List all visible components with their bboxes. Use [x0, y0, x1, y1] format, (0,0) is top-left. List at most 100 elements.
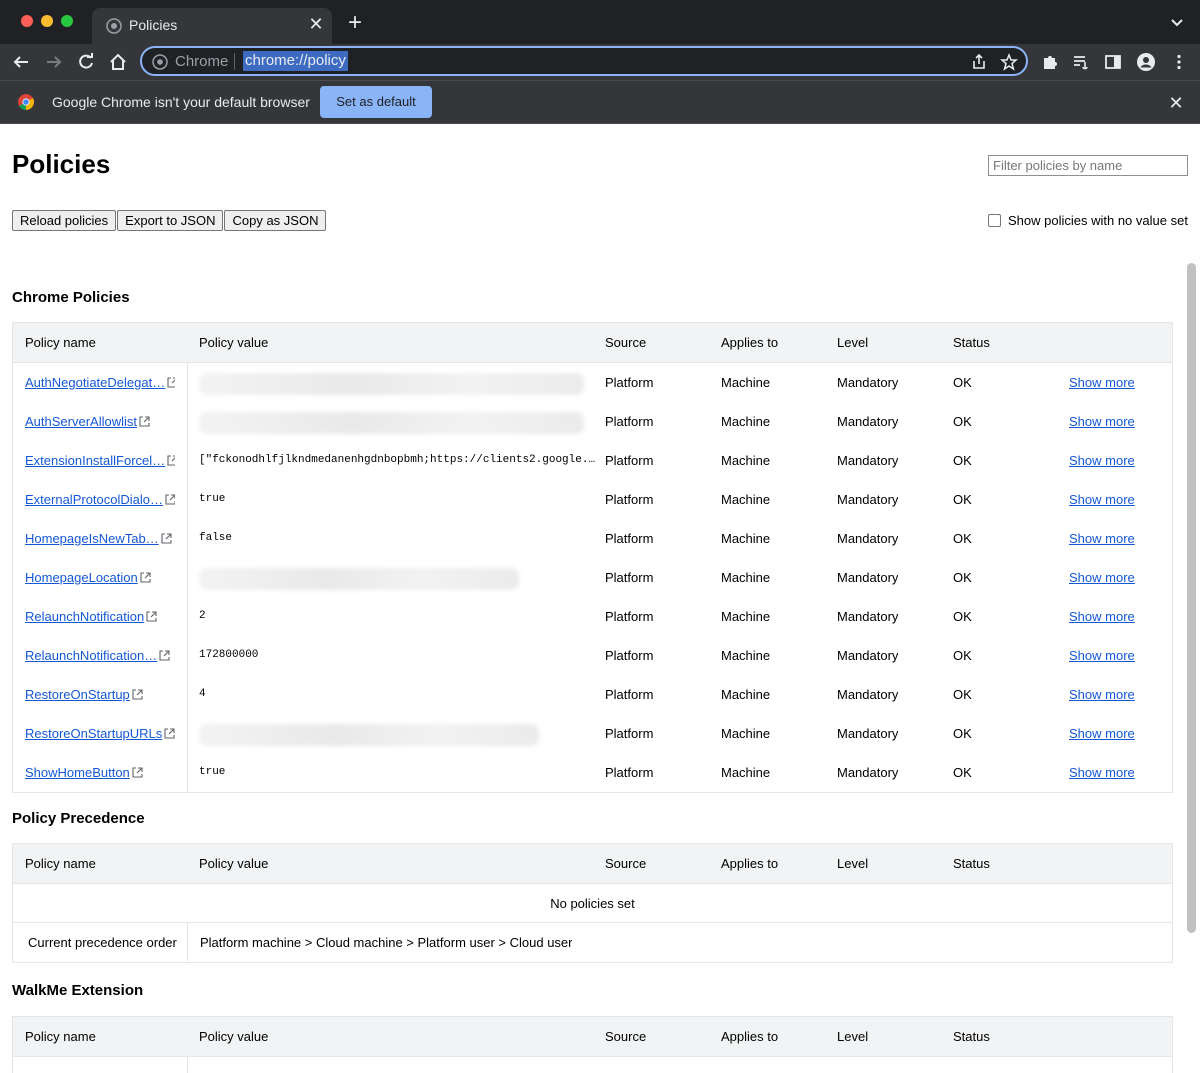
- policy-name-text[interactable]: RestoreOnStartupURLs: [25, 726, 162, 741]
- omnibox-chip: Chrome: [175, 53, 229, 70]
- policy-name-text[interactable]: HomepageIsNewTab…: [25, 531, 159, 546]
- policy-value: 2: [199, 610, 206, 622]
- chrome-policies-table: Policy name Policy value Source Applies …: [12, 322, 1173, 793]
- profile-button[interactable]: [1134, 50, 1158, 74]
- tab-close-icon[interactable]: ✕: [306, 14, 326, 34]
- external-link-icon[interactable]: [165, 494, 175, 505]
- show-more-link[interactable]: Show more: [1069, 597, 1135, 636]
- external-link-icon[interactable]: [164, 728, 175, 739]
- infobar-close-icon[interactable]: ✕: [1166, 93, 1186, 113]
- policy-level: Mandatory: [837, 765, 899, 780]
- avatar-icon: [1137, 53, 1155, 71]
- bookmark-star-icon[interactable]: [1000, 53, 1018, 71]
- table-row: RestoreOnStartup 4 Platform Machine Mandator…: [13, 675, 1172, 714]
- precedence-order-row: Current precedence order Platform machin…: [13, 923, 1172, 962]
- set-as-default-button[interactable]: Set as default: [320, 86, 432, 118]
- policy-precedence-table: Policy name Policy value Source Applies …: [12, 843, 1173, 963]
- external-link-icon[interactable]: [132, 689, 143, 700]
- show-more-link[interactable]: Show more: [1069, 519, 1135, 558]
- policy-name-link[interactable]: AuthNegotiateDelegat…: [25, 363, 175, 402]
- show-no-value-checkbox[interactable]: [988, 214, 1001, 227]
- policy-name-link[interactable]: AuthServerAllowlist: [25, 402, 175, 441]
- policy-name-link[interactable]: ExternalProtocolDialo…: [25, 480, 175, 519]
- menu-button[interactable]: [1167, 50, 1191, 74]
- back-button[interactable]: [9, 50, 33, 74]
- page-scrollbar[interactable]: [1187, 263, 1196, 933]
- external-link-icon[interactable]: [139, 416, 150, 427]
- external-link-icon[interactable]: [140, 572, 151, 583]
- policy-applies-to: Machine: [721, 570, 771, 585]
- policy-name-link[interactable]: HomepageIsNewTab…: [25, 519, 175, 558]
- extensions-button[interactable]: [1038, 50, 1062, 74]
- close-window-button[interactable]: [21, 15, 33, 27]
- side-panel-button[interactable]: [1101, 50, 1125, 74]
- policy-applies-to: Machine: [721, 531, 771, 546]
- policy-name-link[interactable]: RelaunchNotification…: [25, 636, 175, 675]
- policy-name-link[interactable]: RestoreOnStartupURLs: [25, 714, 175, 753]
- table-row: RestoreOnStartupURLs Platform Machine Manda…: [13, 714, 1172, 753]
- show-more-link[interactable]: Show more: [1069, 402, 1135, 441]
- policy-name-link[interactable]: RestoreOnStartup: [25, 675, 175, 714]
- policy-name-text[interactable]: ExtensionInstallForcel…: [25, 453, 165, 468]
- external-link-icon[interactable]: [167, 377, 175, 388]
- share-icon[interactable]: [970, 53, 988, 71]
- show-no-value-toggle[interactable]: Show policies with no value set: [988, 213, 1188, 228]
- copy-json-button[interactable]: Copy as JSON: [224, 210, 327, 231]
- policy-name-text[interactable]: HomepageLocation: [25, 570, 138, 585]
- policy-status: OK: [953, 726, 972, 741]
- chrome-logo-icon: [152, 54, 168, 70]
- show-more-link[interactable]: Show more: [1069, 558, 1135, 597]
- show-more-link[interactable]: Show more: [1069, 363, 1135, 402]
- policy-value: ["fckonodhlfjlkndmedanenhgdnbopbmh;https…: [199, 454, 596, 466]
- show-more-link[interactable]: Show more: [1069, 753, 1135, 792]
- forward-button[interactable]: [42, 50, 66, 74]
- policy-name-text[interactable]: RestoreOnStartup: [25, 687, 130, 702]
- chevron-down-icon[interactable]: [1168, 14, 1186, 32]
- policy-name-link[interactable]: ShowHomeButton: [25, 753, 175, 792]
- walkme-extension-title: WalkMe Extension: [12, 982, 144, 999]
- home-icon: [110, 53, 126, 70]
- external-link-icon[interactable]: [167, 455, 175, 466]
- policy-name-text[interactable]: RelaunchNotification…: [25, 648, 157, 663]
- reload-button[interactable]: [74, 50, 98, 74]
- media-control-button[interactable]: [1069, 50, 1093, 74]
- policy-applies-to: Machine: [721, 492, 771, 507]
- external-link-icon[interactable]: [146, 611, 157, 622]
- policy-name-text[interactable]: ShowHomeButton: [25, 765, 130, 780]
- external-link-icon[interactable]: [159, 650, 170, 661]
- minimize-window-button[interactable]: [41, 15, 53, 27]
- table-header: Policy name Policy value Source Applies …: [13, 844, 1172, 884]
- show-more-link[interactable]: Show more: [1069, 636, 1135, 675]
- policy-applies-to: Machine: [721, 648, 771, 663]
- policy-name-text[interactable]: ExternalProtocolDialo…: [25, 492, 163, 507]
- address-bar[interactable]: Chrome chrome://policy: [140, 46, 1028, 76]
- policy-level: Mandatory: [837, 609, 899, 624]
- policy-value: false: [199, 532, 233, 544]
- header-source: Source: [605, 1029, 647, 1044]
- filter-policies-input[interactable]: [988, 155, 1188, 176]
- policy-name-link[interactable]: RelaunchNotification: [25, 597, 175, 636]
- maximize-window-button[interactable]: [61, 15, 73, 27]
- policy-source: Platform: [605, 687, 654, 702]
- show-more-link[interactable]: Show more: [1069, 441, 1135, 480]
- external-link-icon[interactable]: [161, 533, 172, 544]
- show-more-link[interactable]: Show more: [1069, 714, 1135, 753]
- policy-name-text[interactable]: RelaunchNotification: [25, 609, 144, 624]
- show-more-link[interactable]: Show more: [1069, 480, 1135, 519]
- tab-policies[interactable]: Policies ✕: [92, 8, 332, 44]
- new-tab-button[interactable]: +: [344, 11, 366, 35]
- home-button[interactable]: [106, 50, 130, 74]
- policy-name-text[interactable]: AuthNegotiateDelegat…: [25, 375, 165, 390]
- url-text[interactable]: chrome://policy: [243, 51, 348, 71]
- reload-policies-button[interactable]: Reload policies: [12, 210, 117, 231]
- policy-name-link[interactable]: ExtensionInstallForcel…: [25, 441, 175, 480]
- policy-name-link[interactable]: HomepageLocation: [25, 558, 175, 597]
- table-row: ExtensionInstallForcel… ["fckonodhlfjlknd…: [13, 441, 1172, 480]
- side-panel-icon: [1105, 55, 1121, 69]
- policy-level: Mandatory: [837, 414, 899, 429]
- table-row: AuthServerAllowlist Platform Machine Mandat…: [13, 402, 1172, 441]
- external-link-icon[interactable]: [132, 767, 143, 778]
- export-json-button[interactable]: Export to JSON: [117, 210, 224, 231]
- policy-name-text[interactable]: AuthServerAllowlist: [25, 414, 137, 429]
- show-more-link[interactable]: Show more: [1069, 675, 1135, 714]
